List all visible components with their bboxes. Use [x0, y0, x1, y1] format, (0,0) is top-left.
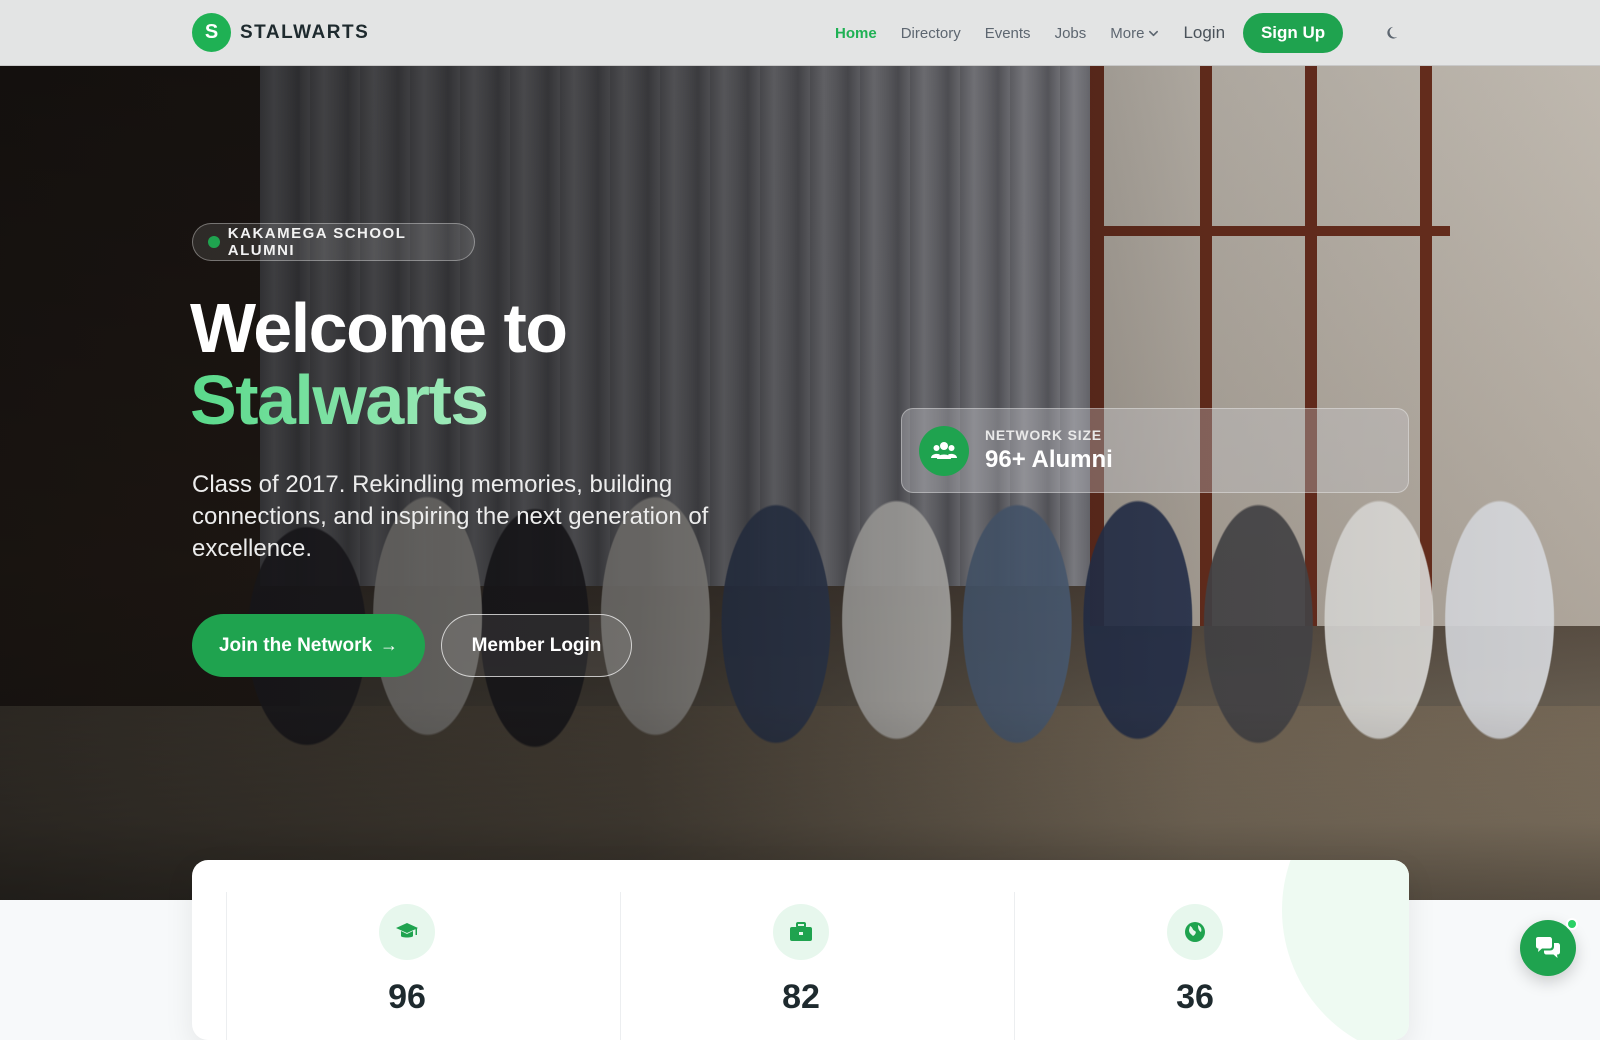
badge-label: KAKAMEGA SCHOOL ALUMNI	[227, 225, 407, 259]
nav-links: Home Directory Events Jobs More Login Si…	[835, 0, 1344, 66]
badge-dot	[208, 236, 220, 248]
chevron-down-icon	[1149, 30, 1159, 36]
top-navbar: S STALWARTS Home Directory Events Jobs M…	[0, 0, 1600, 66]
hero-title: Welcome to Stalwarts	[190, 289, 568, 436]
network-size-label: NETWORK SIZE	[985, 427, 1102, 443]
hero-title-line2: Stalwarts	[190, 364, 567, 436]
nav-link-jobs[interactable]: Jobs	[1055, 25, 1087, 42]
hero-subtitle: Class of 2017. Rekindling memories, buil…	[192, 471, 709, 562]
brand[interactable]: S STALWARTS	[192, 13, 369, 52]
globe-icon	[1167, 904, 1223, 960]
school-badge: KAKAMEGA SCHOOL ALUMNI	[192, 223, 475, 261]
stat-alumni: 96	[226, 892, 620, 1040]
stat-alumni-value: 96	[388, 978, 426, 1016]
moon-icon[interactable]	[1385, 24, 1403, 42]
users-icon	[919, 425, 969, 476]
nav-link-home[interactable]: Home	[835, 25, 877, 42]
join-network-button[interactable]: Join the Network →	[192, 614, 425, 677]
signup-button[interactable]: Sign Up	[1243, 13, 1344, 53]
chat-bubbles-icon	[1536, 937, 1560, 958]
arrow-right-icon: →	[380, 635, 399, 655]
stat-employed-value: 82	[782, 978, 820, 1016]
nav-link-directory[interactable]: Directory	[901, 25, 961, 42]
network-size-card: NETWORK SIZE 96+ Alumni	[901, 408, 1409, 493]
stat-locations-value: 36	[1176, 978, 1214, 1016]
brand-logo: S	[192, 13, 231, 52]
nav-link-events[interactable]: Events	[985, 25, 1031, 42]
stat-locations: 36	[1014, 892, 1408, 1040]
stats-strip: 96 82 36	[192, 860, 1409, 1040]
briefcase-icon	[773, 904, 829, 960]
nav-more-dropdown[interactable]: More	[1110, 25, 1159, 42]
brand-name: STALWARTS	[240, 21, 370, 43]
member-login-button[interactable]: Member Login	[441, 614, 632, 677]
nav-more-label: More	[1110, 24, 1145, 42]
chat-online-indicator	[1566, 918, 1578, 930]
hero-title-line1: Welcome to	[190, 289, 568, 367]
nav-login-link[interactable]: Login	[1183, 23, 1225, 43]
network-size-value: 96+ Alumni	[985, 446, 1113, 473]
graduation-cap-icon	[379, 904, 435, 960]
join-network-label: Join the Network	[218, 634, 373, 656]
stat-employed: 82	[620, 892, 1014, 1040]
